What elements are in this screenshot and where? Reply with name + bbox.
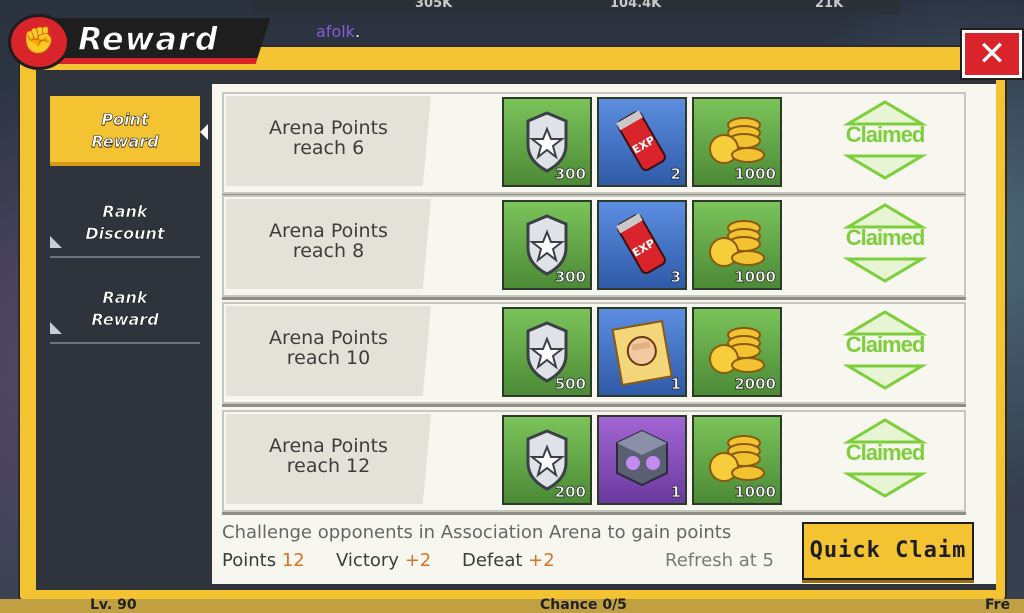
bottom-strip: Lv. 90 Chance 0/5 Fre <box>0 597 1024 613</box>
item-quantity: 300 <box>554 268 586 287</box>
reward-item[interactable]: 1000 <box>692 200 782 290</box>
description-text: Challenge opponents in Association Arena… <box>222 522 732 543</box>
corner-triangle-icon <box>50 236 62 248</box>
page-title: Reward <box>78 20 219 59</box>
reward-row: Arena Points reach 6 300 EXP 2 1000 Claim… <box>222 92 966 194</box>
reward-item[interactable]: 300 <box>502 97 592 187</box>
reward-item[interactable]: 1 <box>597 415 687 505</box>
defeat-value: +2 <box>528 550 555 571</box>
item-quantity: 2000 <box>734 375 776 394</box>
item-quantity: 500 <box>554 375 586 394</box>
goal-line2: reach 12 <box>286 455 371 477</box>
reward-item[interactable]: 1000 <box>692 97 782 187</box>
active-tab-pointer-icon <box>200 124 208 140</box>
reward-item[interactable]: 1000 <box>692 415 782 505</box>
quick-claim-button[interactable]: Quick Claim <box>802 522 974 580</box>
tab-label: Rank Discount <box>50 188 200 245</box>
tab-label: Point Reward <box>50 96 200 153</box>
tab-label-line2: Reward <box>91 132 159 152</box>
claimed-label: Claimed <box>845 122 926 147</box>
bottom-chance: Chance 0/5 <box>540 597 627 613</box>
bottom-right: Fre <box>985 597 1011 613</box>
reward-item[interactable]: EXP 2 <box>597 97 687 187</box>
claimed-status: Claimed <box>830 310 940 390</box>
tab-rank-reward[interactable]: Rank Reward <box>50 274 200 344</box>
tab-point-reward[interactable]: Point Reward <box>50 96 208 166</box>
reward-goal: Arena Points reach 10 <box>226 306 431 396</box>
goal-line2: reach 6 <box>292 137 365 159</box>
defeat-stat: Defeat +2 <box>462 550 555 571</box>
reward-item[interactable]: 300 <box>502 200 592 290</box>
tab-underline <box>50 256 200 258</box>
reward-item[interactable]: 2000 <box>692 307 782 397</box>
reward-row: Arena Points reach 12 200 1 1000 Claimed <box>222 410 966 512</box>
tab-label-line2: Discount <box>85 224 165 244</box>
refresh-text: Refresh at 5 <box>665 550 774 571</box>
goal-line1: Arena Points <box>269 435 388 457</box>
resource-value-1: 305K <box>415 0 453 11</box>
reward-item[interactable]: 500 <box>502 307 592 397</box>
victory-stat: Victory +2 <box>336 550 431 571</box>
reward-row: Arena Points reach 10 500 1 2000 Claimed <box>222 302 966 404</box>
claimed-label: Claimed <box>845 225 926 250</box>
resource-bar: 305K 104.4K 21K <box>250 0 900 14</box>
reward-item[interactable]: EXP 3 <box>597 200 687 290</box>
reward-item[interactable]: 200 <box>502 415 592 505</box>
item-quantity: 2 <box>670 165 681 184</box>
claimed-label: Claimed <box>845 440 926 465</box>
tab-label: Rank Reward <box>50 274 200 331</box>
bottom-level: Lv. 90 <box>90 597 137 613</box>
tab-label-line1: Rank <box>102 288 148 308</box>
points-stat: Points 12 <box>222 550 305 571</box>
item-quantity: 300 <box>554 165 586 184</box>
item-quantity: 1 <box>670 483 681 502</box>
item-quantity: 200 <box>554 483 586 502</box>
reward-item[interactable]: 1 <box>597 307 687 397</box>
reward-goal: Arena Points reach 6 <box>226 96 431 186</box>
defeat-label: Defeat <box>462 550 523 571</box>
goal-line1: Arena Points <box>269 327 388 349</box>
close-button[interactable]: ✕ <box>962 30 1022 78</box>
tab-rank-discount[interactable]: Rank Discount <box>50 188 200 258</box>
claimed-status: Claimed <box>830 203 940 283</box>
item-quantity: 1000 <box>734 483 776 502</box>
points-label: Points <box>222 550 277 571</box>
claimed-status: Claimed <box>830 100 940 180</box>
tab-label-line1: Rank <box>102 202 148 222</box>
goal-line1: Arena Points <box>269 220 388 242</box>
tab-label-line1: Point <box>101 110 149 130</box>
tab-label-line2: Reward <box>91 310 159 330</box>
claimed-status: Claimed <box>830 418 940 498</box>
goal-line1: Arena Points <box>269 117 388 139</box>
fist-icon: ✊ <box>8 14 70 70</box>
reward-row: Arena Points reach 8 300 EXP 3 1000 Claim… <box>222 195 966 297</box>
resource-value-3: 21K <box>815 0 844 11</box>
username: afolk. <box>316 22 360 41</box>
close-icon: ✕ <box>977 34 1007 74</box>
reward-header: ✊ Reward <box>8 10 271 70</box>
claimed-label: Claimed <box>845 332 926 357</box>
reward-goal: Arena Points reach 12 <box>226 414 431 504</box>
item-quantity: 1000 <box>734 268 776 287</box>
goal-line2: reach 10 <box>286 347 371 369</box>
goal-line2: reach 8 <box>292 240 365 262</box>
points-value: 12 <box>281 550 305 571</box>
reward-goal: Arena Points reach 8 <box>226 199 431 289</box>
tab-underline <box>50 342 200 344</box>
corner-triangle-icon <box>50 322 62 334</box>
item-quantity: 3 <box>670 268 681 287</box>
item-quantity: 1 <box>670 375 681 394</box>
victory-label: Victory <box>336 550 399 571</box>
resource-value-2: 104.4K <box>610 0 662 11</box>
victory-value: +2 <box>404 550 432 571</box>
item-quantity: 1000 <box>734 165 776 184</box>
username-suffix: . <box>354 22 361 41</box>
username-text: afolk <box>316 22 355 41</box>
